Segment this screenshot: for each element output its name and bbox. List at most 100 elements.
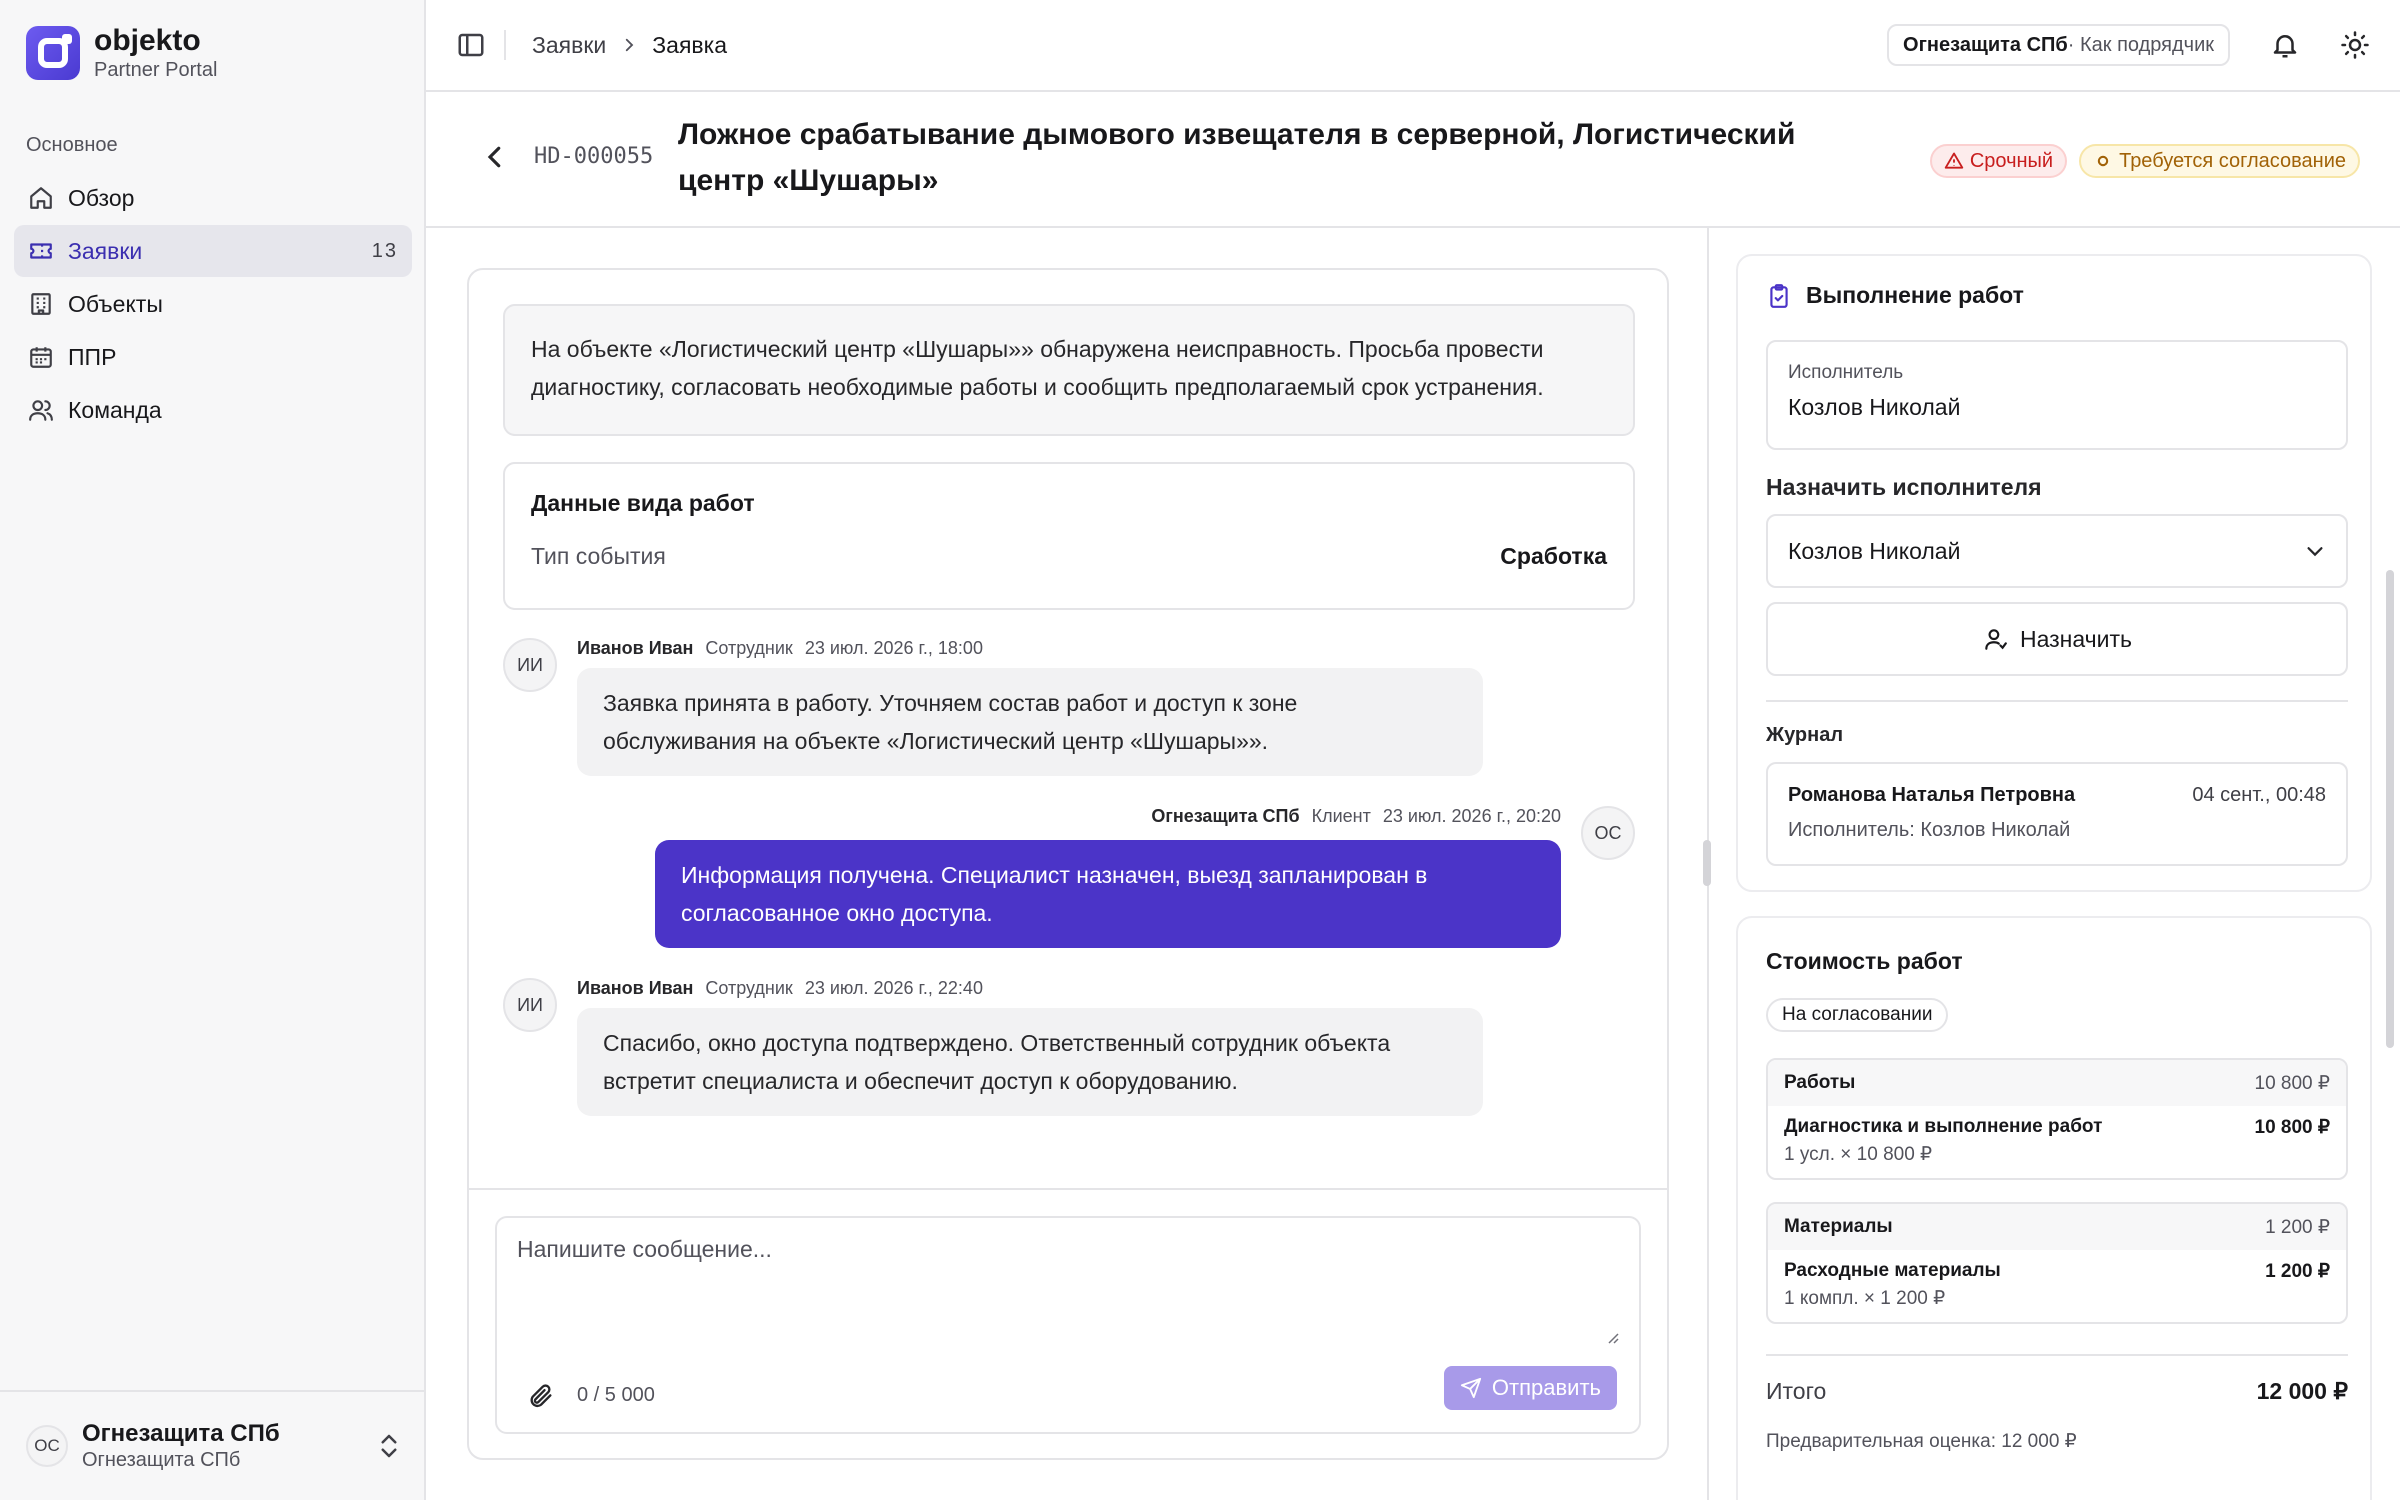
- message-author: Огнезащита СПб: [1151, 806, 1300, 826]
- clipboard-check-icon: [1770, 283, 1788, 308]
- cost-group-sum: 10 800 ₽: [2254, 1072, 2330, 1094]
- context-switcher[interactable]: Огнезащита СПб · Как подрядчик: [1887, 24, 2230, 66]
- resize-grip-icon[interactable]: [1605, 1330, 1619, 1344]
- journal-author: Романова Наталья Петровна: [1788, 784, 2076, 806]
- back-arrow-icon[interactable]: [480, 142, 510, 172]
- sidebar-item-team[interactable]: Команда: [14, 384, 412, 436]
- cost-line-item: Диагностика и выполнение работ 10 800 ₽ …: [1768, 1106, 2346, 1178]
- sidebar-item-objects[interactable]: Объекты: [14, 278, 412, 330]
- sidebar-item-label: Заявки: [68, 237, 143, 264]
- bell-icon[interactable]: [2270, 30, 2300, 60]
- execution-card: Выполнение работ Исполнитель Козлов Нико…: [1736, 254, 2372, 892]
- cost-group-sum: 1 200 ₽: [2265, 1216, 2330, 1238]
- assignee-select[interactable]: Козлов Николай: [1766, 514, 2348, 588]
- message-author: Иванов Иван: [577, 638, 694, 658]
- executor-field: Исполнитель Козлов Николай: [1766, 340, 2348, 450]
- urgent-badge-label: Срочный: [1969, 149, 2054, 172]
- cost-line-name: Диагностика и выполнение работ: [1784, 1116, 2103, 1137]
- breadcrumb-tickets-link[interactable]: Заявки: [532, 32, 606, 59]
- topbar: Заявки Заявка Огнезащита СПб · Как подря…: [426, 0, 2400, 92]
- ticket-icon: [30, 243, 52, 259]
- org-switcher[interactable]: ОС Огнезащита СПб Огнезащита СПб: [0, 1390, 426, 1500]
- send-button-label: Отправить: [1491, 1375, 1601, 1400]
- breadcrumb-current: Заявка: [652, 31, 727, 58]
- cost-line-name: Расходные материалы: [1784, 1260, 2001, 1281]
- cost-line-sum: 1 200 ₽: [2265, 1261, 2330, 1282]
- message-role: Сотрудник: [705, 638, 793, 658]
- chevrons-up-down-icon: [381, 1434, 397, 1458]
- breadcrumb: Заявки Заявка: [532, 32, 727, 59]
- scrollbar[interactable]: [2386, 570, 2394, 1048]
- composer-area: 0 / 5 000 Отправить: [469, 1188, 1667, 1460]
- message-time: 23 июл. 2026 г., 18:00: [804, 638, 983, 658]
- brand-name: objekto: [94, 24, 201, 57]
- message-composer: 0 / 5 000 Отправить: [495, 1216, 1641, 1434]
- work-type-card: Данные вида работ Тип события Сработка: [503, 462, 1635, 610]
- total-label: Итого: [1766, 1378, 1827, 1404]
- nav-section-label: Основное: [26, 134, 118, 156]
- section-divider: [1766, 1354, 2348, 1356]
- sidebar-toggle-icon[interactable]: [456, 30, 486, 60]
- brand-subtitle: Partner Portal: [94, 59, 218, 81]
- circle-icon: [2097, 155, 2109, 167]
- calendar-icon: [30, 347, 52, 368]
- resize-handle[interactable]: [1703, 840, 1711, 886]
- cost-group-materials: Материалы 1 200 ₽ Расходные материалы 1 …: [1766, 1202, 2348, 1324]
- message-bubble: Информация получена. Специалист назначен…: [655, 840, 1561, 948]
- chevron-down-icon: [2307, 547, 2323, 557]
- sidebar-item-overview[interactable]: Обзор: [14, 172, 412, 224]
- sidebar-item-label: Объекты: [68, 290, 163, 317]
- journal-entry: Романова Наталья Петровна 04 сент., 00:4…: [1766, 762, 2348, 866]
- sidebar-item-tickets[interactable]: Заявки 13: [14, 225, 412, 277]
- cost-group-works: Работы 10 800 ₽ Диагностика и выполнение…: [1766, 1058, 2348, 1180]
- sidebar-item-label: Команда: [68, 396, 162, 423]
- assign-label: Назначить исполнителя: [1766, 474, 2042, 500]
- message-bubble: Заявка принята в работу. Уточняем состав…: [577, 668, 1483, 776]
- approval-badge-label: Требуется согласование: [2119, 149, 2346, 172]
- message-bubble: Спасибо, окно доступа подтверждено. Отве…: [577, 1008, 1483, 1116]
- section-divider: [1766, 700, 2348, 702]
- org-avatar: ОС: [26, 1425, 68, 1467]
- cost-line-qty: 1 усл. × 10 800 ₽: [1784, 1144, 1933, 1165]
- send-button[interactable]: Отправить: [1443, 1366, 1617, 1410]
- message-time: 23 июл. 2026 г., 22:40: [804, 978, 983, 998]
- chevron-right-icon: [626, 38, 634, 52]
- sidebar-item-ppr[interactable]: ППР: [14, 331, 412, 383]
- user-icon: [1985, 629, 2007, 650]
- message-time: 23 июл. 2026 г., 20:20: [1382, 806, 1561, 826]
- execution-title: Выполнение работ: [1806, 282, 2024, 308]
- sidebar: objekto Partner Portal Основное Обзор За…: [0, 0, 426, 1500]
- topbar-divider: [504, 30, 506, 60]
- sidebar-nav: Обзор Заявки 13 Объекты ППР Команда: [14, 172, 412, 437]
- paperclip-icon[interactable]: [527, 1382, 555, 1410]
- cost-line-sum: 10 800 ₽: [2254, 1117, 2330, 1138]
- message-role: Клиент: [1311, 806, 1371, 826]
- work-type-value: Сработка: [1500, 543, 1607, 569]
- journal-time: 04 сент., 00:48: [2192, 784, 2326, 806]
- total-value: 12 000 ₽: [2256, 1378, 2348, 1404]
- executor-label: Исполнитель: [1788, 362, 1904, 383]
- brand[interactable]: objekto Partner Portal: [26, 24, 217, 82]
- message-input[interactable]: [517, 1236, 1617, 1346]
- send-icon: [1460, 1377, 1481, 1399]
- journal-detail: Исполнитель: Козлов Николай: [1788, 819, 2071, 841]
- context-role: · Как подрядчик: [2067, 33, 2214, 56]
- assign-button[interactable]: Назначить: [1766, 602, 2348, 676]
- executor-value: Козлов Николай: [1788, 394, 1961, 420]
- approval-badge: Требуется согласование: [2079, 144, 2360, 178]
- brand-logo-icon: [26, 26, 80, 80]
- message-author: Иванов Иван: [577, 978, 694, 998]
- message-avatar: ОС: [1581, 806, 1635, 860]
- org-name: Огнезащита СПб: [82, 1420, 280, 1447]
- ticket-tags: Срочный Требуется согласование: [1918, 144, 2360, 178]
- sidebar-item-label: Обзор: [68, 184, 135, 211]
- sun-icon[interactable]: [2340, 30, 2370, 60]
- urgent-badge: Срочный: [1929, 144, 2068, 178]
- ticket-description: На объекте «Логистический центр «Шушары»…: [503, 304, 1635, 436]
- message-avatar: ИИ: [503, 638, 557, 692]
- assign-button-label: Назначить: [2019, 625, 2133, 652]
- work-type-key: Тип события: [531, 543, 666, 569]
- tickets-count-badge: 13: [371, 239, 398, 262]
- total-row: Итого 12 000 ₽: [1766, 1378, 2348, 1405]
- ticket-id: HD-000055: [534, 144, 654, 169]
